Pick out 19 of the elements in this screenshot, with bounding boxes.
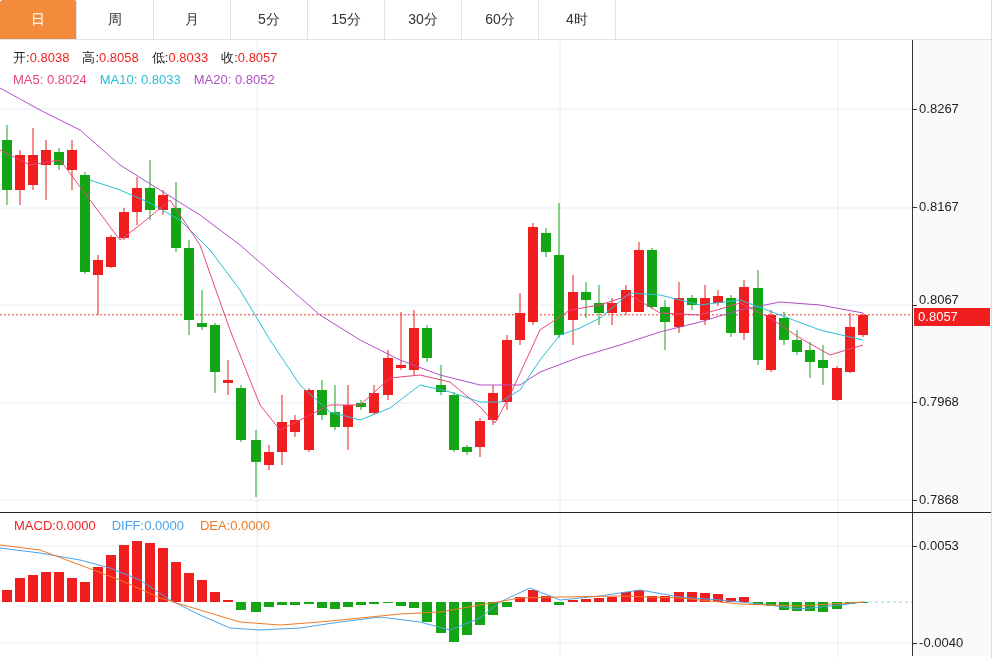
macd-tick-label: 0.0053 — [919, 538, 959, 553]
price-tick-label: 0.8267 — [919, 102, 959, 116]
zero-line — [862, 601, 913, 603]
price-tick-label: 0.7868 — [919, 493, 959, 507]
moving-average-reading: MA20: 0.8052 — [193, 70, 275, 89]
ohlc-reading: 收:0.8057 — [221, 49, 278, 67]
macd-tick-label: -0.0040 — [919, 635, 964, 650]
moving-average-reading: MA10: 0.8033 — [99, 70, 181, 89]
current-price-tag: 0.8057 — [914, 307, 991, 326]
macd-reading: DEA:0.0000 — [199, 517, 271, 535]
price-tick-label: 0.8067 — [919, 293, 959, 307]
ohlc-reading: 低:0.8033 — [151, 49, 209, 67]
price-tick-label: 0.8167 — [919, 200, 959, 214]
ohlc-reading: 高:0.8058 — [82, 49, 139, 67]
macd-reading: DIFF:0.0000 — [111, 517, 184, 535]
macd-reading: MACD:0.0000 — [14, 517, 96, 535]
price-tick-label: 0.7968 — [919, 395, 959, 409]
ohlc-reading: 开:0.8038 — [13, 49, 70, 67]
moving-average-reading: MA5: 0.8024 — [13, 70, 87, 89]
